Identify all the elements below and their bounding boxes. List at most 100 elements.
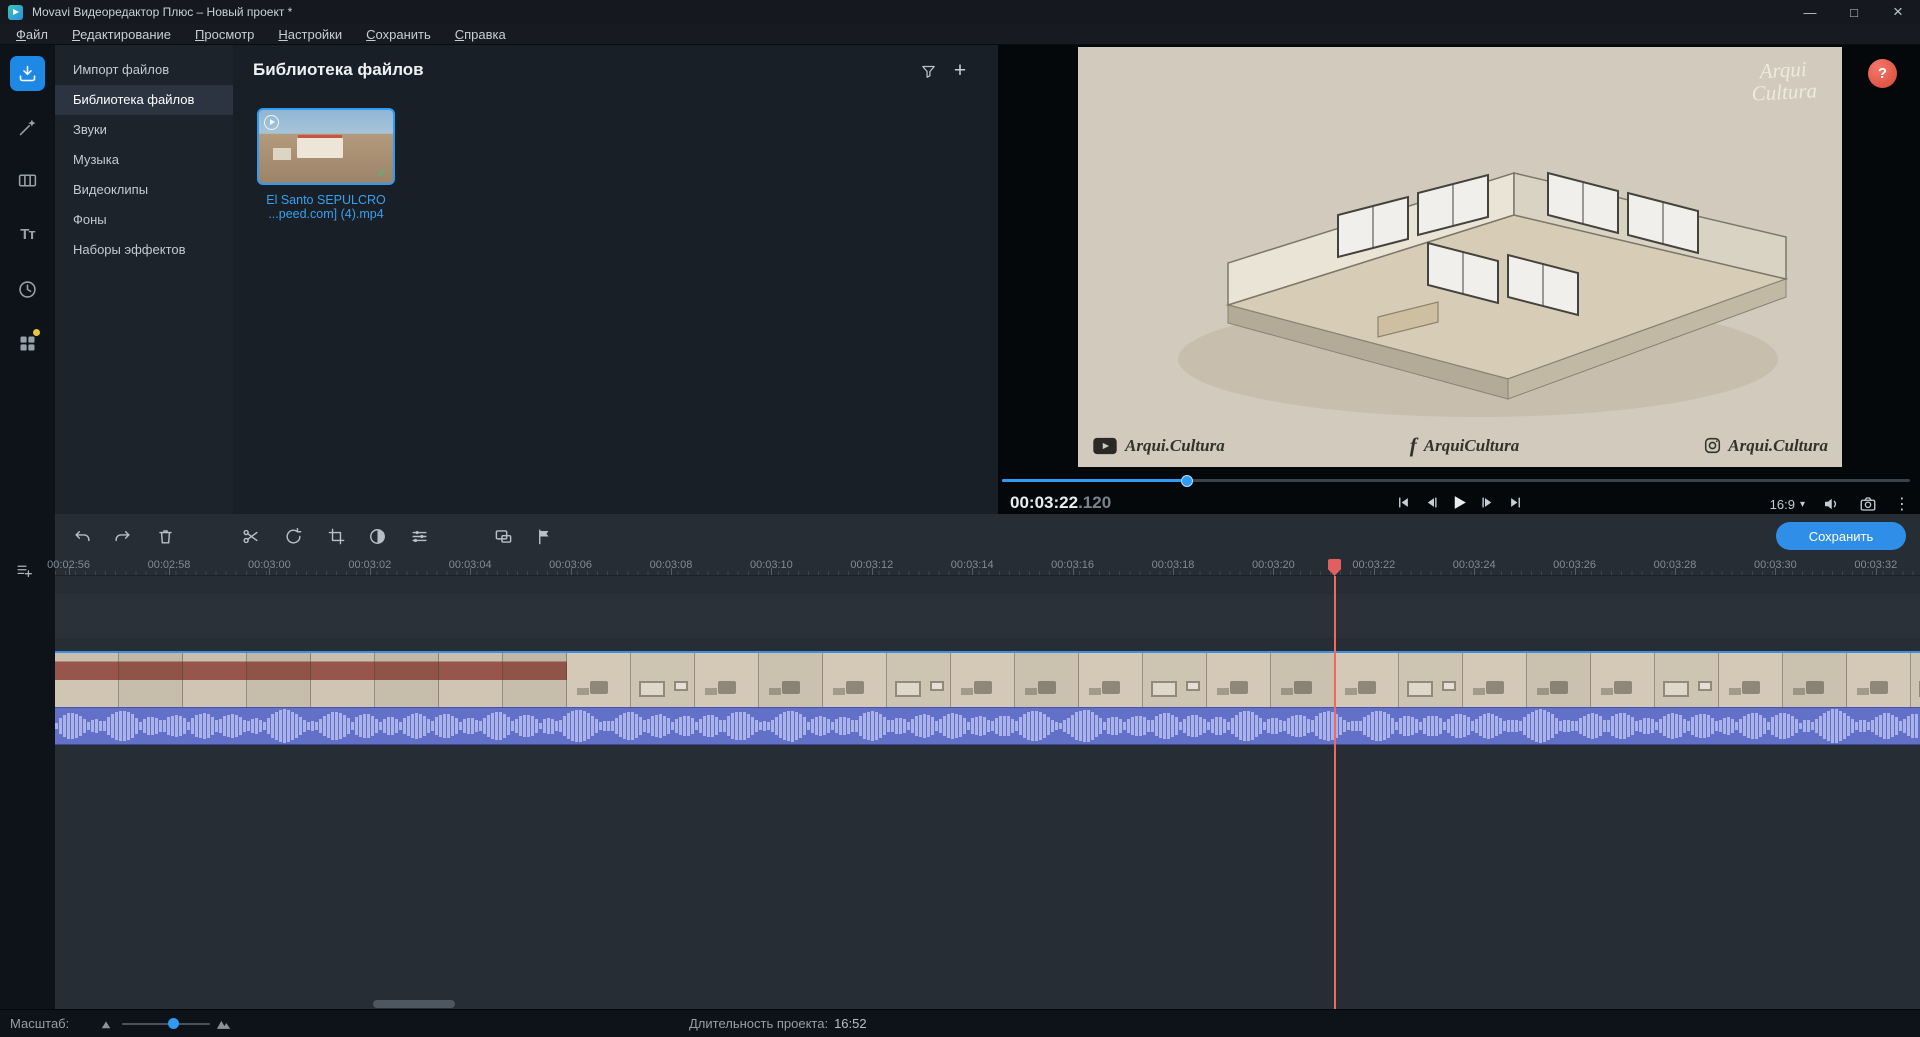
skip-to-end-button[interactable] (1504, 491, 1526, 513)
import-section-button[interactable] (10, 56, 45, 91)
transitions-section-button[interactable] (10, 163, 45, 198)
waveform-bar (1059, 722, 1062, 730)
more-options-button[interactable]: ⋮ (1894, 494, 1910, 514)
clip-audio-waveform[interactable] (55, 707, 1920, 745)
waveform-bar (619, 715, 622, 737)
waveform-bar (1887, 713, 1890, 739)
split-button[interactable] (239, 525, 261, 547)
add-track-button[interactable] (16, 560, 36, 580)
zoom-in-icon[interactable] (216, 1017, 232, 1030)
redo-button[interactable] (111, 525, 133, 547)
sidebar-item[interactable]: Наборы эффектов (55, 235, 233, 265)
sidebar-item[interactable]: Импорт файлов (55, 55, 233, 85)
previous-frame-button[interactable] (1420, 491, 1442, 513)
waveform-bar (371, 716, 374, 736)
menu-help[interactable]: Справка (443, 25, 518, 44)
timeline-horizontal-scrollbar[interactable] (373, 1000, 455, 1008)
sidebar-item[interactable]: Библиотека файлов (55, 85, 233, 115)
waveform-bar (1511, 719, 1514, 733)
maximize-button[interactable]: □ (1832, 0, 1876, 24)
sidebar-item[interactable]: Музыка (55, 145, 233, 175)
overlay-button[interactable] (492, 525, 514, 547)
skip-to-start-button[interactable] (1392, 491, 1414, 513)
titles-section-button[interactable]: Тт (10, 217, 45, 252)
waveform-bar (287, 710, 290, 742)
waveform-bar (1851, 719, 1854, 733)
clip-properties-button[interactable] (408, 525, 430, 547)
sidebar-item[interactable]: Звуки (55, 115, 233, 145)
zoom-slider-handle[interactable] (168, 1018, 179, 1029)
minimize-button[interactable]: — (1788, 0, 1832, 24)
zoom-out-icon[interactable] (100, 1018, 112, 1030)
preview-seekbar[interactable] (1002, 473, 1910, 487)
clip-filmstrip[interactable] (55, 651, 1920, 707)
timeline-video-clip[interactable] (55, 651, 1920, 745)
export-save-button[interactable]: Сохранить (1776, 522, 1906, 550)
media-clip-name[interactable]: El Santo SEPULCRO ...peed.com] (4).mp4 (237, 193, 415, 222)
file-library-panel: Библиотека файлов + ✓ El Santo SEPULCRO … (233, 45, 998, 514)
waveform-bar (1871, 719, 1874, 733)
marker-button[interactable] (533, 525, 555, 547)
waveform-bar (979, 716, 982, 736)
more-tools-section-button[interactable] (10, 326, 45, 361)
waveform-bar (1795, 719, 1798, 733)
speed-tools-section-button[interactable] (10, 272, 45, 307)
waveform-bar (1683, 718, 1686, 734)
waveform-bar (955, 713, 958, 739)
zoom-slider-track[interactable] (122, 1023, 210, 1025)
waveform-bar (1347, 722, 1350, 730)
close-button[interactable]: × (1876, 0, 1920, 24)
delete-button[interactable] (154, 525, 176, 547)
color-adjust-button[interactable] (366, 525, 388, 547)
waveform-bar (1087, 710, 1090, 742)
menu-view[interactable]: Просмотр (183, 25, 266, 44)
crop-button[interactable] (325, 525, 347, 547)
menu-edit[interactable]: Редактирование (60, 25, 183, 44)
sidebar-item[interactable]: Видеоклипы (55, 175, 233, 205)
instagram-icon (1704, 437, 1721, 454)
waveform-bar (671, 721, 674, 731)
waveform-bar (1395, 722, 1398, 730)
add-files-button[interactable]: + (948, 59, 972, 83)
main-area: Тт T ♪ Импорт файловБиблиотека файловЗву… (0, 45, 1920, 1009)
sidebar-item[interactable]: Фоны (55, 205, 233, 235)
menu-save[interactable]: Сохранить (354, 25, 443, 44)
titles-track-lane[interactable] (55, 594, 1920, 638)
help-button[interactable]: ? (1868, 59, 1897, 88)
waveform-bar (475, 719, 478, 733)
aspect-ratio-select[interactable]: 16:9 ▾ (1770, 497, 1805, 512)
media-clip-thumbnail[interactable]: ✓ (257, 108, 395, 185)
timeline-ruler[interactable]: 00:02:56 00:02:58 00:03:00 00:03:02 00:03:04… (47, 557, 1920, 576)
waveform-bar (1311, 720, 1314, 732)
rotate-button[interactable] (282, 525, 304, 547)
current-timecode: 00:03:22.120 (1010, 493, 1112, 512)
waveform-bar (855, 719, 858, 733)
waveform-bar (1063, 720, 1066, 732)
waveform-bar (167, 717, 170, 735)
menu-file[interactable]: Файл (4, 25, 60, 44)
seekbar-handle[interactable] (1181, 474, 1194, 487)
waveform-bar (1811, 722, 1814, 730)
waveform-bar (179, 716, 182, 736)
next-frame-button[interactable] (1476, 491, 1498, 513)
waveform-bar (1135, 715, 1138, 737)
menu-settings[interactable]: Настройки (266, 25, 354, 44)
filter-icon[interactable] (916, 59, 940, 83)
undo-button[interactable] (71, 525, 93, 547)
waveform-bar (607, 721, 610, 731)
waveform-bar (443, 713, 446, 739)
playhead-line[interactable] (1334, 576, 1336, 1009)
ruler-tick (269, 568, 271, 575)
snapshot-button[interactable] (1857, 493, 1879, 515)
waveform-bar (271, 714, 274, 738)
waveform-bar (1491, 713, 1494, 739)
filmstrip-frame (55, 653, 119, 707)
volume-button[interactable] (1820, 493, 1842, 515)
waveform-bar (755, 719, 758, 733)
waveform-bar (1427, 716, 1430, 736)
waveform-bar (1503, 721, 1506, 731)
waveform-bar (1731, 718, 1734, 734)
play-button[interactable] (1448, 491, 1470, 513)
waveform-bar (1411, 716, 1414, 736)
filters-section-button[interactable] (10, 110, 45, 145)
